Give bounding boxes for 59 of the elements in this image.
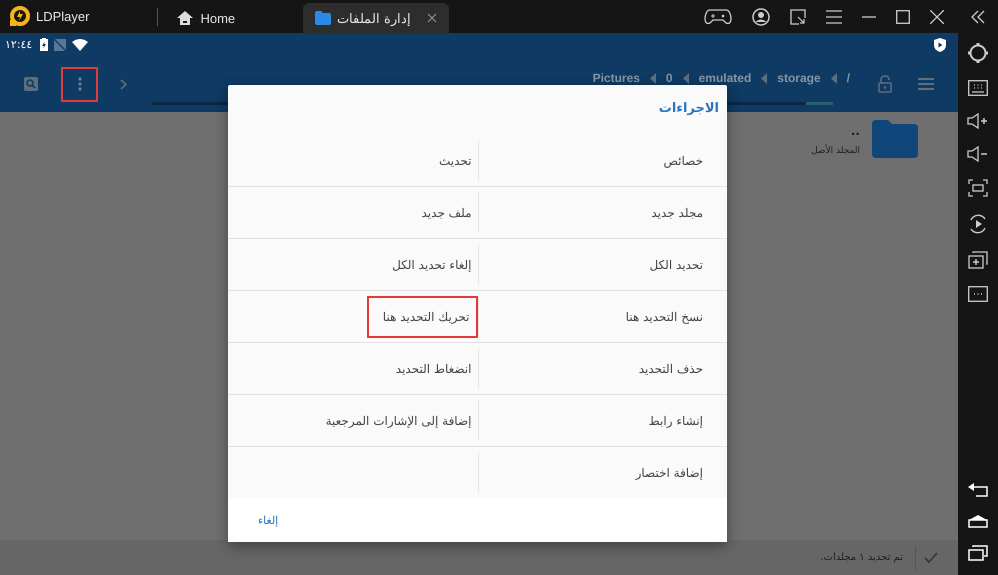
action-item[interactable]: إضافة إلى الإشارات المرجعية [326,414,478,428]
breadcrumb-item[interactable]: Pictures [592,71,640,85]
breadcrumb-item[interactable]: 0 [666,71,673,85]
more-button[interactable] [61,66,98,102]
recent-apps-icon[interactable] [968,545,988,561]
battery-icon [40,38,48,51]
play-sync-icon[interactable] [968,214,988,234]
add-window-icon[interactable] [968,251,988,269]
home-icon[interactable] [968,514,988,528]
folder-icon [315,11,332,25]
action-item[interactable]: تحريك التحديد هنا [366,296,478,338]
action-item[interactable]: إضافة اختصار [636,466,727,480]
action-item[interactable]: ملف جديد [422,206,478,220]
shield-icon [934,38,946,52]
triangle-icon [682,72,689,84]
breadcrumb-item[interactable]: / [846,71,850,85]
file-name: .. [850,124,860,138]
maximize-icon[interactable] [896,10,910,24]
clock: ١٢:٤٤ [5,38,32,51]
more-icon [78,77,82,91]
user-icon[interactable] [752,8,770,26]
breadcrumb-item[interactable]: storage [777,71,821,85]
home-icon [176,10,194,26]
keyboard-icon[interactable] [968,80,988,96]
action-item[interactable]: تحديد الكل [649,258,727,272]
check-icon[interactable] [924,552,938,563]
action-item[interactable]: انضغاط التحديد [396,362,478,376]
action-item[interactable]: خصائص [663,154,727,168]
logo-icon [8,6,30,28]
volume-up-icon[interactable] [967,113,989,129]
cancel-button[interactable]: إلغاء [252,510,284,530]
resize-icon[interactable] [790,8,806,24]
close-icon[interactable] [427,13,438,23]
screenshot-icon[interactable] [968,179,988,197]
file-subtitle: المجلد الأصل [811,146,860,156]
tab[interactable]: Home [166,3,246,33]
wifi-icon [72,38,88,50]
triangle-icon [830,72,837,84]
action-item[interactable]: إنشاء رابط [648,414,727,428]
close-icon[interactable] [930,10,944,24]
no-sim-icon [54,38,66,50]
dialog-title: الاجراءات [658,100,720,118]
breadcrumb-item[interactable]: emulated [698,71,752,85]
selection-status: تم تحديد ١ مجلدات. [820,552,903,563]
triangle-icon [650,72,656,84]
more-icon[interactable] [968,286,988,302]
app-name: LDPlayer [36,9,90,24]
action-item[interactable]: مجلد جديد [651,206,727,220]
action-item[interactable]: تحديث [438,154,478,168]
collapse-icon[interactable] [970,10,986,24]
volume-down-icon[interactable] [967,146,989,162]
action-item[interactable]: نسخ التحديد هنا [626,310,727,324]
tab[interactable]: إدارة الملفات [303,3,450,33]
gamepad-icon[interactable] [704,8,732,26]
action-item[interactable]: حذف التحديد [638,362,727,376]
action-item[interactable]: إلغاء تحديد الكل [392,258,478,272]
settings-icon[interactable] [968,43,988,63]
triangle-icon [761,72,768,84]
back-icon[interactable] [968,483,988,497]
